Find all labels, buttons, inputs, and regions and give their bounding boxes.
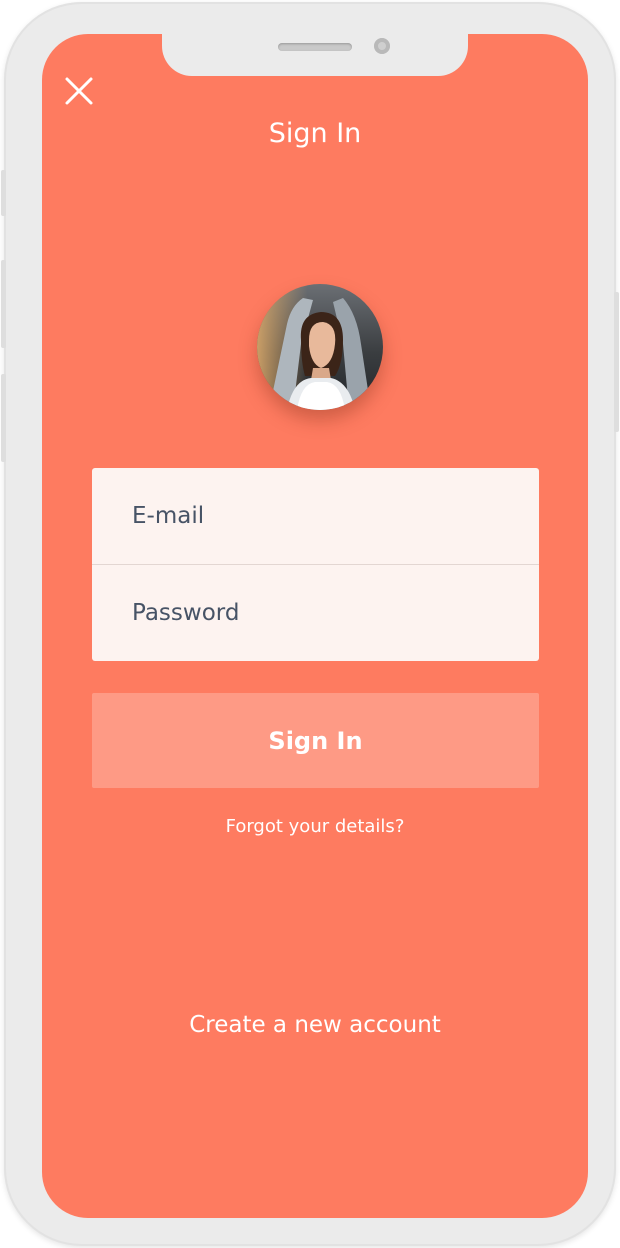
phone-frame: Sign In E-mail Sign In Forgot your detai… (1, 2, 619, 1246)
login-form (92, 468, 539, 661)
speaker-grille (278, 43, 352, 51)
forgot-details-link[interactable]: Forgot your details? (42, 816, 588, 837)
create-account-link[interactable]: Create a new account (42, 1012, 588, 1038)
volume-up-button (1, 260, 6, 348)
password-field[interactable] (92, 565, 539, 661)
notch (162, 34, 468, 76)
power-button (614, 292, 619, 432)
close-button[interactable] (62, 74, 96, 108)
volume-down-button (1, 374, 6, 462)
sign-in-button[interactable]: Sign In (92, 693, 539, 788)
close-icon (65, 77, 93, 105)
page-title: Sign In (268, 118, 362, 149)
avatar (257, 284, 383, 410)
silent-switch (1, 170, 6, 216)
front-camera (374, 38, 390, 54)
app-screen: Sign In E-mail Sign In Forgot your detai… (42, 34, 588, 1218)
email-field[interactable] (92, 468, 539, 564)
